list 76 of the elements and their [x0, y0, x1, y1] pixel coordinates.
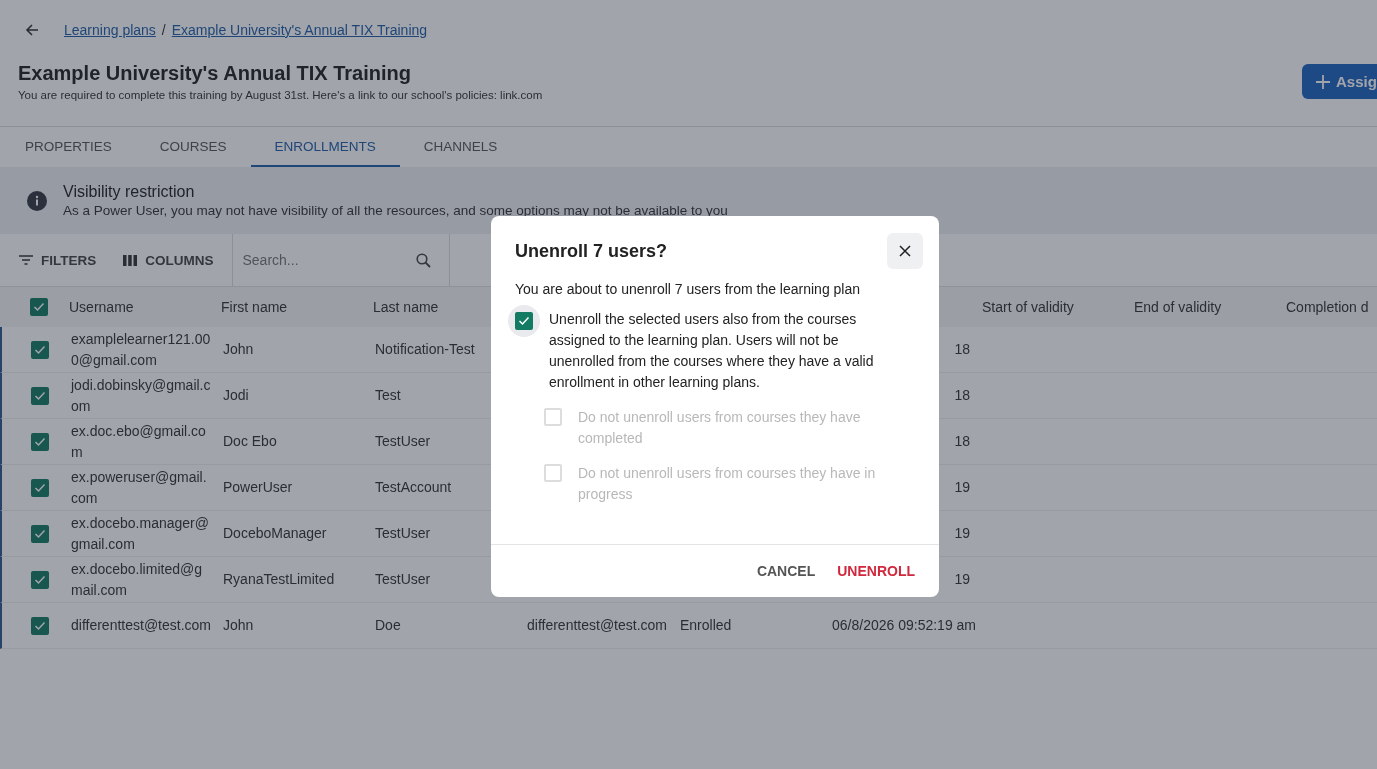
checkmark-icon — [32, 302, 45, 312]
row-checkbox[interactable] — [30, 432, 49, 451]
table-cell: RyanaTestLimited — [223, 571, 335, 587]
breadcrumb-link[interactable]: Learning plans — [64, 22, 156, 38]
dialog-message: You are about to unenroll 7 users from the learning plan — [515, 281, 862, 297]
tab[interactable]: COURSES — [135, 127, 251, 167]
info-icon — [27, 190, 47, 211]
notice-title: Visibility restriction — [63, 183, 196, 201]
table-cell: Doc Ebo — [223, 433, 277, 449]
table-cell: Enrolled — [680, 617, 732, 633]
back-arrow-icon[interactable] — [24, 22, 40, 38]
unenroll-button[interactable]: UNENROLL — [837, 559, 915, 583]
page-description: You are required to complete this training by August 31st. Here's a link to our school's policies: link.com — [18, 89, 543, 101]
row-checkbox[interactable] — [30, 570, 49, 589]
table-cell: TestUser — [375, 433, 431, 449]
column-header[interactable]: Start of validity — [982, 299, 1134, 315]
table-cell: 19 — [954, 479, 970, 495]
filters-button[interactable]: FILTERS — [0, 234, 97, 286]
page-title: Example University's Annual TIX Training — [18, 62, 412, 85]
checkmark-icon — [33, 390, 46, 401]
checkmark-icon — [33, 344, 46, 355]
column-header[interactable]: End of validity — [1134, 299, 1286, 315]
assign-button[interactable]: Assig — [1302, 64, 1377, 99]
tab[interactable]: CHANNELS — [399, 127, 522, 167]
column-header[interactable]: First name — [221, 299, 373, 315]
dialog-title: Unenroll 7 users? — [515, 240, 668, 262]
close-button[interactable] — [887, 233, 923, 269]
cancel-button[interactable]: CANCEL — [756, 559, 816, 583]
table-cell: TestUser — [375, 525, 431, 541]
plus-icon — [1316, 74, 1330, 89]
table-cell: TestAccount — [375, 479, 452, 495]
table-cell: differenttest@test.com — [71, 617, 211, 633]
checkmark-icon — [33, 482, 46, 493]
close-icon — [898, 244, 912, 258]
table-cell: PowerUser — [223, 479, 293, 495]
filter-icon — [19, 255, 33, 265]
table-cell: John — [223, 341, 254, 357]
checkmark-icon — [33, 620, 46, 631]
table-cell: differenttest@test.com — [527, 617, 667, 633]
row-checkbox[interactable] — [30, 340, 49, 359]
select-all-checkbox[interactable] — [29, 298, 48, 316]
table-cell: 18 — [954, 387, 970, 403]
breadcrumb-separator: / — [161, 22, 166, 38]
table-cell: Doe — [375, 617, 401, 633]
checkmark-icon — [33, 528, 46, 539]
table-cell: Jodi — [223, 387, 249, 403]
column-header[interactable]: Username — [69, 299, 221, 315]
table-cell: ex.docebo.limited@gmail.com — [71, 560, 202, 598]
table-cell: 18 — [954, 341, 970, 357]
search-field[interactable]: Search... — [240, 251, 416, 269]
search-icon — [415, 252, 431, 268]
row-checkbox[interactable] — [30, 524, 49, 543]
column-header[interactable]: Completion d — [1286, 299, 1377, 315]
option-label: Do not unenroll users from courses they have in progress — [578, 464, 877, 504]
table-cell: John — [223, 617, 254, 633]
table-cell: Test — [375, 387, 401, 403]
columns-icon — [123, 254, 138, 266]
table-cell: 06/8/2026 09:52:19 am — [832, 617, 976, 633]
breadcrumb-link[interactable]: Example University's Annual TIX Training — [171, 22, 428, 38]
columns-button[interactable]: COLUMNS — [104, 234, 214, 286]
option-label: Unenroll the selected users also from the courses assigned to the learning plan. Users will not be unenrolled from the courses where they have a valid enrollment in other learning plans. — [549, 310, 875, 392]
table-cell: 19 — [954, 571, 970, 587]
table-cell: 18 — [954, 433, 970, 449]
tab[interactable]: PROPERTIES — [1, 127, 136, 167]
option-label: Do not unenroll users from courses they have completed — [578, 408, 862, 448]
table-cell: Notification-Test — [375, 341, 475, 357]
option-checkbox[interactable] — [515, 312, 533, 330]
table-cell: DoceboManager — [223, 525, 327, 541]
checkmark-icon — [33, 436, 46, 447]
checkmark-icon — [518, 316, 530, 326]
row-checkbox[interactable] — [30, 478, 49, 497]
table-cell: 19 — [954, 525, 970, 541]
table-cell: TestUser — [375, 571, 431, 587]
row-checkbox[interactable] — [30, 386, 49, 405]
row-checkbox[interactable] — [30, 616, 49, 635]
checkmark-icon — [33, 574, 46, 585]
